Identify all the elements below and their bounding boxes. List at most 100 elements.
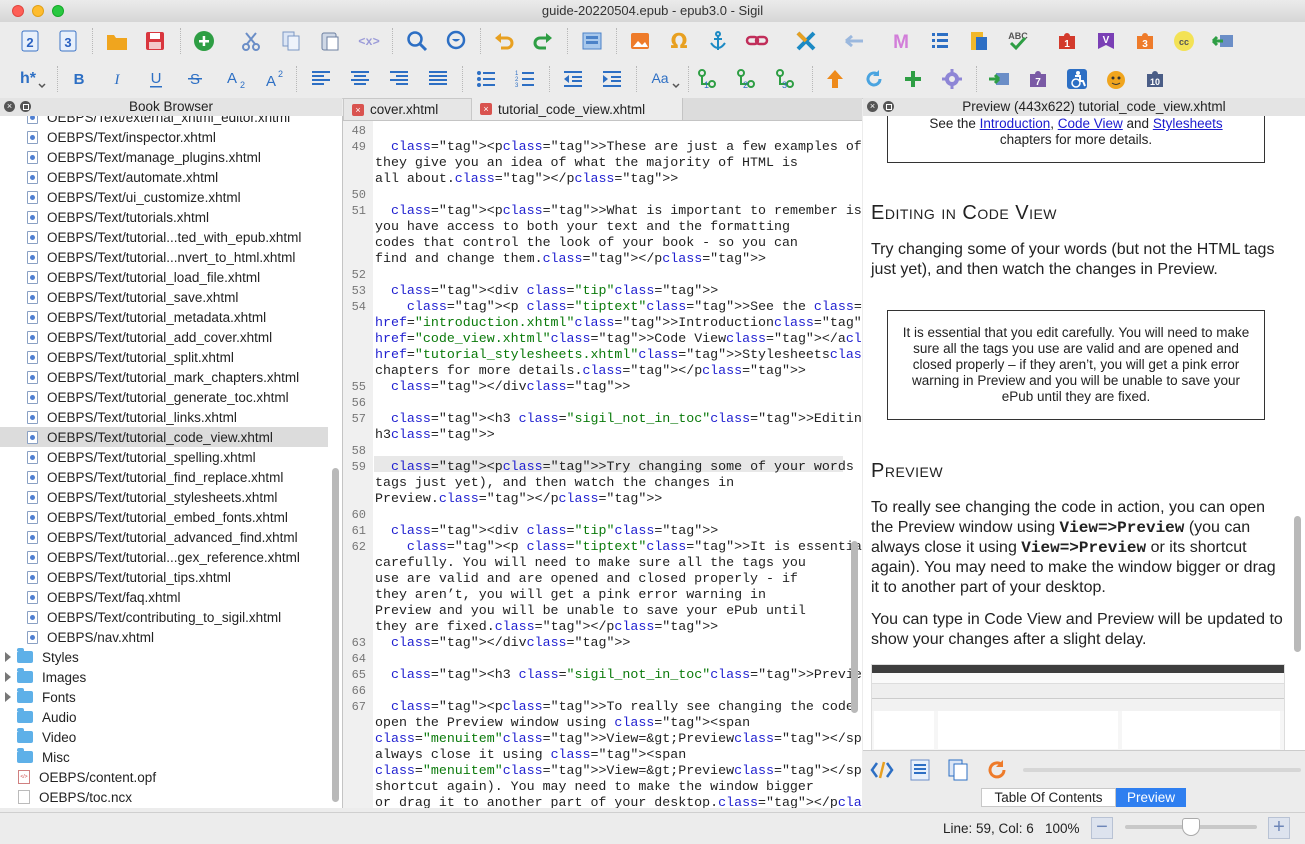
folder-item[interactable]: Images bbox=[0, 667, 328, 687]
x-tool-icon[interactable] bbox=[793, 28, 819, 54]
m-tool-icon[interactable]: M bbox=[888, 28, 914, 54]
plugin-1-icon[interactable]: 1 bbox=[1054, 28, 1080, 54]
close-panel-icon[interactable]: × bbox=[867, 101, 878, 112]
link-code-view[interactable]: Code View bbox=[1058, 116, 1123, 131]
cut-icon[interactable] bbox=[238, 28, 264, 54]
zoom-slider-handle[interactable] bbox=[1182, 818, 1200, 836]
omega-icon[interactable]: Ω bbox=[666, 28, 692, 54]
plugin-export-icon[interactable] bbox=[1210, 28, 1236, 54]
refresh-icon[interactable] bbox=[861, 66, 887, 92]
link-icon[interactable] bbox=[744, 28, 770, 54]
root-file-item[interactable]: </> OEBPS/content.opf bbox=[0, 767, 328, 787]
underline-icon[interactable]: U bbox=[143, 66, 169, 92]
file-item[interactable]: OEBPS/Text/tutorial_add_cover.xhtml bbox=[0, 327, 328, 347]
code-editor[interactable]: 48 49 class="tag"><pclass="tag">>These ar… bbox=[343, 121, 862, 808]
toc-level-3-icon[interactable]: 3 bbox=[774, 66, 804, 92]
toc-level-2-icon[interactable]: 2 bbox=[735, 66, 765, 92]
align-center-icon[interactable] bbox=[347, 66, 373, 92]
align-right-icon[interactable] bbox=[386, 66, 412, 92]
import-icon[interactable] bbox=[986, 66, 1012, 92]
file-item[interactable]: OEBPS/Text/tutorial_generate_toc.xhtml bbox=[0, 387, 328, 407]
file-item[interactable]: OEBPS/Text/ui_customize.xhtml bbox=[0, 187, 328, 207]
bold-icon[interactable]: B bbox=[66, 66, 92, 92]
align-left-icon[interactable] bbox=[308, 66, 334, 92]
copy-document-icon[interactable] bbox=[946, 758, 970, 785]
paste-icon[interactable] bbox=[317, 28, 343, 54]
file-item[interactable]: OEBPS/Text/external_xhtml_editor.xhtml bbox=[0, 116, 328, 127]
plugin-cc-icon[interactable]: cc bbox=[1171, 28, 1197, 54]
file-item[interactable]: OEBPS/Text/inspector.xhtml bbox=[0, 127, 328, 147]
file-item[interactable]: OEBPS/Text/automate.xhtml bbox=[0, 167, 328, 187]
file-item[interactable]: OEBPS/Text/tutorial_tips.xhtml bbox=[0, 567, 328, 587]
justify-icon[interactable] bbox=[425, 66, 451, 92]
strikethrough-icon[interactable]: S bbox=[182, 66, 208, 92]
file-item[interactable]: OEBPS/Text/tutorial_mark_chapters.xhtml bbox=[0, 367, 328, 387]
subscript-icon[interactable]: A2 bbox=[221, 66, 247, 92]
tab-tutorial-code-view[interactable]: × tutorial_code_view.xhtml bbox=[472, 98, 683, 120]
file-item[interactable]: OEBPS/Text/tutorial...ted_with_epub.xhtm… bbox=[0, 227, 328, 247]
report-icon[interactable] bbox=[966, 28, 992, 54]
back-icon[interactable] bbox=[841, 28, 867, 54]
tab-cover[interactable]: × cover.xhtml bbox=[343, 98, 472, 120]
open-folder-icon[interactable] bbox=[104, 28, 130, 54]
file-item[interactable]: OEBPS/Text/tutorial_code_view.xhtml bbox=[0, 427, 328, 447]
search-icon[interactable] bbox=[404, 28, 430, 54]
file-item[interactable]: OEBPS/Text/tutorial_embed_fonts.xhtml bbox=[0, 507, 328, 527]
file-item[interactable]: OEBPS/Text/tutorial...nvert_to_html.xhtm… bbox=[0, 247, 328, 267]
tab-close-icon[interactable]: × bbox=[352, 103, 364, 116]
tab-close-icon[interactable]: × bbox=[480, 103, 492, 115]
anchor-icon[interactable] bbox=[705, 28, 731, 54]
file-item[interactable]: OEBPS/Text/faq.xhtml bbox=[0, 587, 328, 607]
folder-item[interactable]: Audio bbox=[0, 707, 328, 727]
plugin-10-icon[interactable]: 10 bbox=[1142, 66, 1168, 92]
plus-icon[interactable] bbox=[900, 66, 926, 92]
code-icon[interactable] bbox=[870, 758, 894, 785]
code-scrollbar[interactable] bbox=[851, 541, 858, 713]
file-item[interactable]: OEBPS/Text/contributing_to_sigil.xhtml bbox=[0, 607, 328, 627]
undo-icon[interactable] bbox=[491, 28, 517, 54]
preview-zoom-track[interactable] bbox=[1023, 768, 1301, 772]
folder-item[interactable]: Misc bbox=[0, 747, 328, 767]
folder-item[interactable]: Fonts bbox=[0, 687, 328, 707]
decrease-indent-icon[interactable] bbox=[560, 66, 586, 92]
tab-preview[interactable]: Preview bbox=[1116, 788, 1186, 807]
settings-gear-icon[interactable] bbox=[939, 66, 965, 92]
code-icon[interactable]: <x> bbox=[356, 28, 382, 54]
redo-icon[interactable] bbox=[530, 28, 556, 54]
accessibility-icon[interactable] bbox=[1064, 66, 1090, 92]
tiger-plugin-icon[interactable] bbox=[1103, 66, 1129, 92]
plugin-3-icon[interactable]: 3 bbox=[1132, 28, 1158, 54]
zoom-in-button[interactable]: + bbox=[1268, 817, 1290, 839]
superscript-icon[interactable]: A2 bbox=[260, 66, 286, 92]
root-file-item[interactable]: OEBPS/toc.ncx bbox=[0, 787, 328, 807]
file-item[interactable]: OEBPS/Text/tutorial_stylesheets.xhtml bbox=[0, 487, 328, 507]
file-item[interactable]: OEBPS/Text/tutorial_split.xhtml bbox=[0, 347, 328, 367]
zoom-out-button[interactable]: − bbox=[1091, 817, 1113, 839]
heading-2-icon[interactable]: 2 bbox=[17, 28, 43, 54]
file-item[interactable]: OEBPS/Text/manage_plugins.xhtml bbox=[0, 147, 328, 167]
expand-arrow-icon[interactable] bbox=[5, 692, 11, 702]
numbered-list-icon[interactable]: 123 bbox=[512, 66, 538, 92]
plugin-7-icon[interactable]: 7 bbox=[1025, 66, 1051, 92]
folder-item[interactable]: Video bbox=[0, 727, 328, 747]
preview-scrollbar[interactable] bbox=[1294, 516, 1301, 652]
spellcheck-icon[interactable]: ABC bbox=[1005, 28, 1031, 54]
reload-preview-icon[interactable] bbox=[985, 758, 1009, 785]
file-item[interactable]: OEBPS/Text/tutorial_spelling.xhtml bbox=[0, 447, 328, 467]
file-item[interactable]: OEBPS/Text/tutorial_metadata.xhtml bbox=[0, 307, 328, 327]
expand-arrow-icon[interactable] bbox=[5, 652, 11, 662]
file-item[interactable]: OEBPS/Text/tutorial_find_replace.xhtml bbox=[0, 467, 328, 487]
file-item[interactable]: OEBPS/nav.xhtml bbox=[0, 627, 328, 647]
increase-indent-icon[interactable] bbox=[599, 66, 625, 92]
heading-menu-icon[interactable]: h* bbox=[17, 66, 47, 92]
add-file-icon[interactable] bbox=[191, 28, 217, 54]
italic-icon[interactable]: I bbox=[104, 66, 130, 92]
link-introduction[interactable]: Introduction bbox=[980, 116, 1051, 131]
file-item[interactable]: OEBPS/Text/tutorial...gex_reference.xhtm… bbox=[0, 547, 328, 567]
expand-arrow-icon[interactable] bbox=[5, 672, 11, 682]
plugin-v-icon[interactable]: V bbox=[1093, 28, 1119, 54]
toc-level-1-icon[interactable]: 1 bbox=[696, 66, 726, 92]
tab-table-of-contents[interactable]: Table Of Contents bbox=[981, 788, 1116, 807]
file-item[interactable]: OEBPS/Text/tutorial_advanced_find.xhtml bbox=[0, 527, 328, 547]
file-item[interactable]: OEBPS/Text/tutorial_load_file.xhtml bbox=[0, 267, 328, 287]
